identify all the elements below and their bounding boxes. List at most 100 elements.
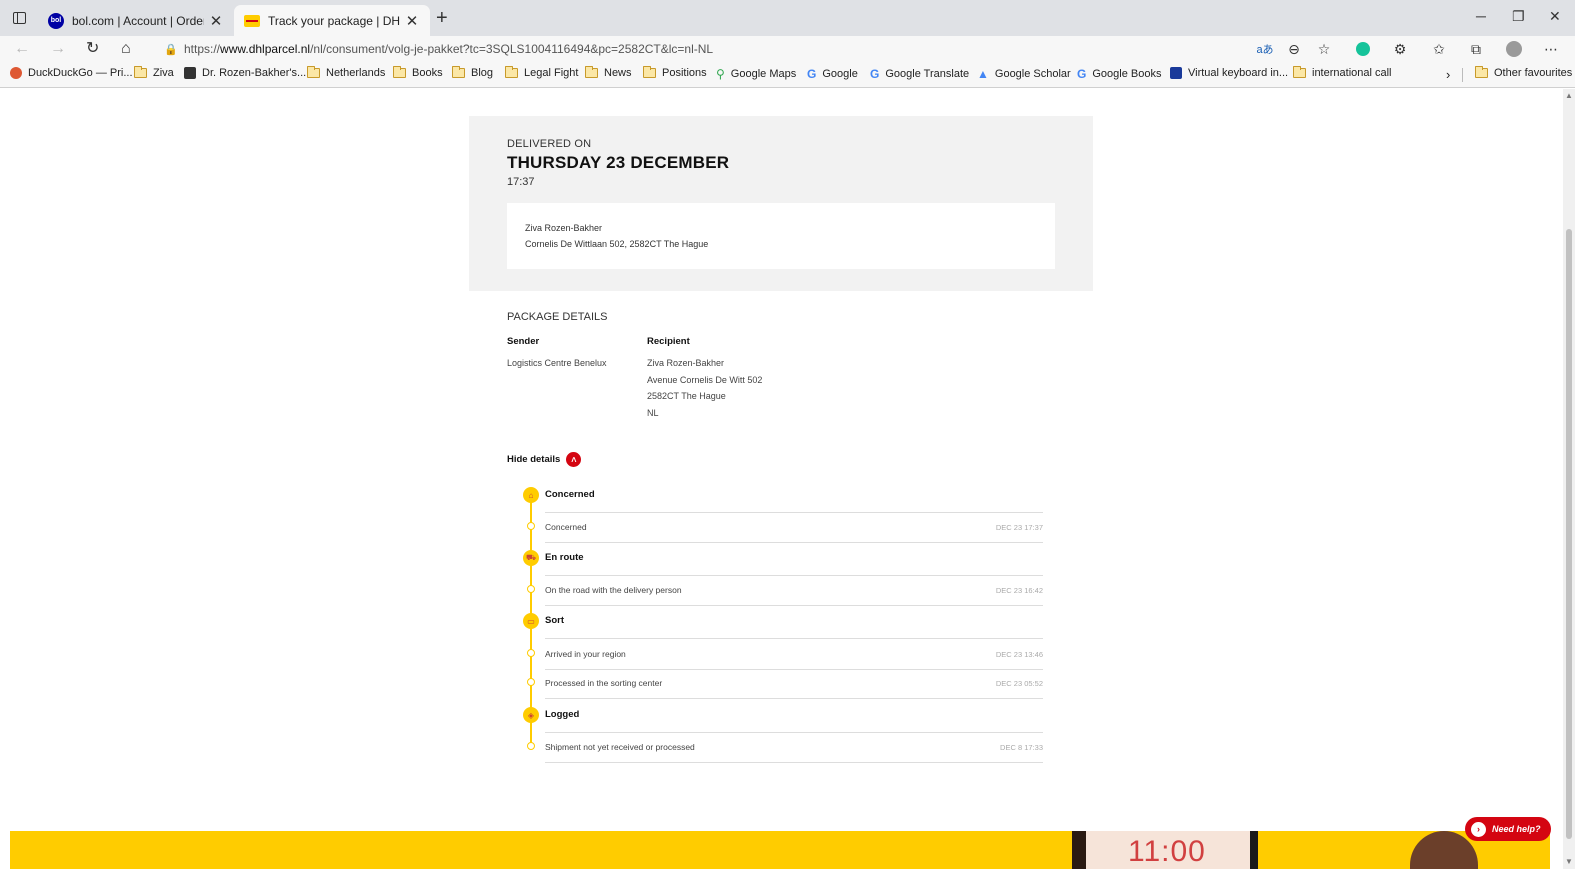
event-time: DEC 23 16:42 (995, 586, 1043, 595)
extensions-icon[interactable]: ⚙ (1391, 40, 1409, 58)
recipient-line: NL (647, 407, 659, 418)
recipient-label: Recipient (647, 336, 690, 347)
read-aloud-icon[interactable]: aあ (1256, 40, 1274, 58)
add-favourite-icon[interactable]: ☆ (1315, 40, 1333, 58)
bookmark-label: Ziva (153, 67, 174, 79)
page-content: DELIVERED ON THURSDAY 23 DECEMBER 17:37 … (0, 89, 1575, 869)
tracking-timeline: ⌂ Concerned Concerned DEC 23 17:37 ⛟ En … (520, 487, 1045, 767)
close-tab-icon[interactable]: ✕ (208, 12, 224, 30)
bookmark-other-favourites[interactable]: Other favourites (1475, 66, 1572, 79)
url-host: www.dhlparcel.nl (220, 42, 311, 56)
bookmark-blog[interactable]: Blog (452, 66, 494, 79)
bookmark-news[interactable]: News (585, 66, 632, 79)
bookmark-legal-fight[interactable]: Legal Fight (505, 66, 579, 79)
folder-icon (1475, 66, 1488, 78)
bookmarks-overflow-icon[interactable]: › (1446, 67, 1450, 82)
grammarly-icon[interactable] (1354, 40, 1372, 58)
timeline-dot (527, 585, 535, 593)
promo-clock-image: 11:00 (1086, 831, 1250, 869)
new-tab-icon[interactable]: + (436, 8, 448, 28)
tab-actions-button[interactable] (10, 9, 28, 27)
bookmarks-divider (1462, 68, 1463, 82)
hide-details-label: Hide details (507, 454, 561, 465)
bookmark-dr-rozen-bakher[interactable]: Dr. Rozen-Bakher's... (184, 67, 306, 79)
google-icon: G (807, 67, 817, 81)
bookmark-international-call[interactable]: international call (1293, 66, 1392, 79)
minimize-icon[interactable]: ─ (1476, 8, 1486, 24)
bookmark-positions[interactable]: Positions (643, 66, 707, 79)
url-field[interactable]: 🔒 https://www.dhlparcel.nl/nl/consument/… (160, 38, 1340, 60)
home-icon: ⌂ (523, 487, 539, 503)
bookmark-label: Blog (471, 67, 494, 79)
tab-dhl-tracking[interactable]: Track your package | DHL Parcel ✕ (234, 5, 430, 36)
promo-clock-text: 11:00 (1128, 835, 1206, 868)
bookmark-books[interactable]: Books (393, 66, 443, 79)
close-window-icon[interactable]: ✕ (1549, 8, 1561, 25)
bookmark-google-translate[interactable]: G Google Translate (870, 67, 969, 81)
bookmark-label: Legal Fight (524, 67, 579, 79)
zoom-out-icon[interactable]: ⊖ (1285, 40, 1303, 58)
back-icon[interactable]: ← (14, 39, 30, 59)
event-time: DEC 23 13:46 (995, 650, 1043, 659)
collections-icon[interactable]: ⧉ (1467, 40, 1485, 58)
tab-bar: bol bol.com | Account | Order 12989 ✕ Tr… (0, 0, 1575, 36)
bookmark-google-scholar[interactable]: ▲ Google Scholar (977, 67, 1071, 81)
bookmark-google[interactable]: G Google (807, 67, 858, 81)
scroll-up-icon[interactable]: ▲ (1565, 91, 1573, 100)
chevron-up-icon: ˄ (566, 452, 582, 467)
bookmark-label: Positions (662, 67, 707, 79)
divider (545, 542, 1043, 543)
timeline-event: Concerned DEC 23 17:37 (520, 513, 1045, 543)
folder-icon (585, 66, 598, 78)
divider (545, 762, 1043, 763)
timeline-dot (527, 742, 535, 750)
bookmark-label: Google Maps (730, 68, 797, 80)
restore-icon[interactable]: ❐ (1512, 8, 1525, 25)
tab-title: bol.com | Account | Order 12989 (72, 13, 204, 28)
bookmark-duckduckgo[interactable]: DuckDuckGo — Pri... (10, 67, 133, 79)
bookmark-label: Dr. Rozen-Bakher's... (202, 67, 307, 79)
bookmark-virtual-keyboard[interactable]: Virtual keyboard in... (1170, 67, 1288, 79)
bookmark-label: Google (822, 68, 858, 80)
duckduckgo-icon (10, 67, 22, 79)
recipient-address: Ziva Rozen-Bakher Avenue Cornelis De Wit… (647, 355, 762, 421)
more-menu-icon[interactable]: ⋯ (1542, 40, 1560, 58)
bookmark-label: international call (1312, 67, 1392, 79)
lock-icon[interactable]: 🔒 (164, 43, 184, 56)
bookmark-label: Netherlands (326, 67, 386, 79)
refresh-icon[interactable]: ↻ (86, 39, 99, 59)
profile-icon[interactable] (1505, 40, 1523, 58)
home-icon[interactable]: ⌂ (121, 39, 131, 59)
cube-icon (184, 67, 196, 79)
need-help-button[interactable]: › Need help? (1465, 817, 1551, 841)
scroll-thumb[interactable] (1566, 229, 1572, 839)
tab-bol-account[interactable]: bol bol.com | Account | Order 12989 ✕ (38, 5, 234, 36)
divider (545, 605, 1043, 606)
bookmark-label: DuckDuckGo — Pri... (28, 67, 133, 79)
scroll-down-icon[interactable]: ▼ (1565, 857, 1573, 866)
close-tab-icon[interactable]: ✕ (404, 12, 420, 30)
bookmark-netherlands[interactable]: Netherlands (307, 66, 386, 79)
favourites-bar: DuckDuckGo — Pri... Ziva Dr. Rozen-Bakhe… (0, 62, 1575, 88)
bookmark-google-books[interactable]: G Google Books (1077, 67, 1161, 81)
bookmark-google-maps[interactable]: ⚲ Google Maps (716, 67, 796, 81)
promo-image-edge (1072, 831, 1086, 869)
bol-logo-icon: bol (48, 12, 64, 29)
delivery-summary: DELIVERED ON THURSDAY 23 DECEMBER 17:37 … (469, 116, 1093, 291)
bookmark-ziva[interactable]: Ziva (134, 66, 174, 79)
address-line: Cornelis De Wittlaan 502, 2582CT The Hag… (525, 239, 709, 249)
bookmark-label: Books (412, 67, 443, 79)
timeline-dot (527, 649, 535, 657)
divider (545, 698, 1043, 699)
event-text: Processed in the sorting center (545, 678, 663, 688)
need-help-label: Need help? (1492, 824, 1541, 834)
hide-details-toggle[interactable]: Hide details ˄ (507, 452, 582, 467)
forward-icon[interactable]: → (50, 39, 66, 59)
event-time: DEC 23 05:52 (995, 679, 1043, 688)
favourites-icon[interactable]: ✩ (1430, 40, 1448, 58)
bookmark-label: Virtual keyboard in... (1188, 67, 1289, 79)
folder-icon (452, 66, 465, 78)
recipient-line: 2582CT The Hague (647, 391, 726, 401)
page-scrollbar[interactable]: ▲ ▼ (1563, 89, 1575, 869)
folder-icon (1293, 66, 1306, 78)
